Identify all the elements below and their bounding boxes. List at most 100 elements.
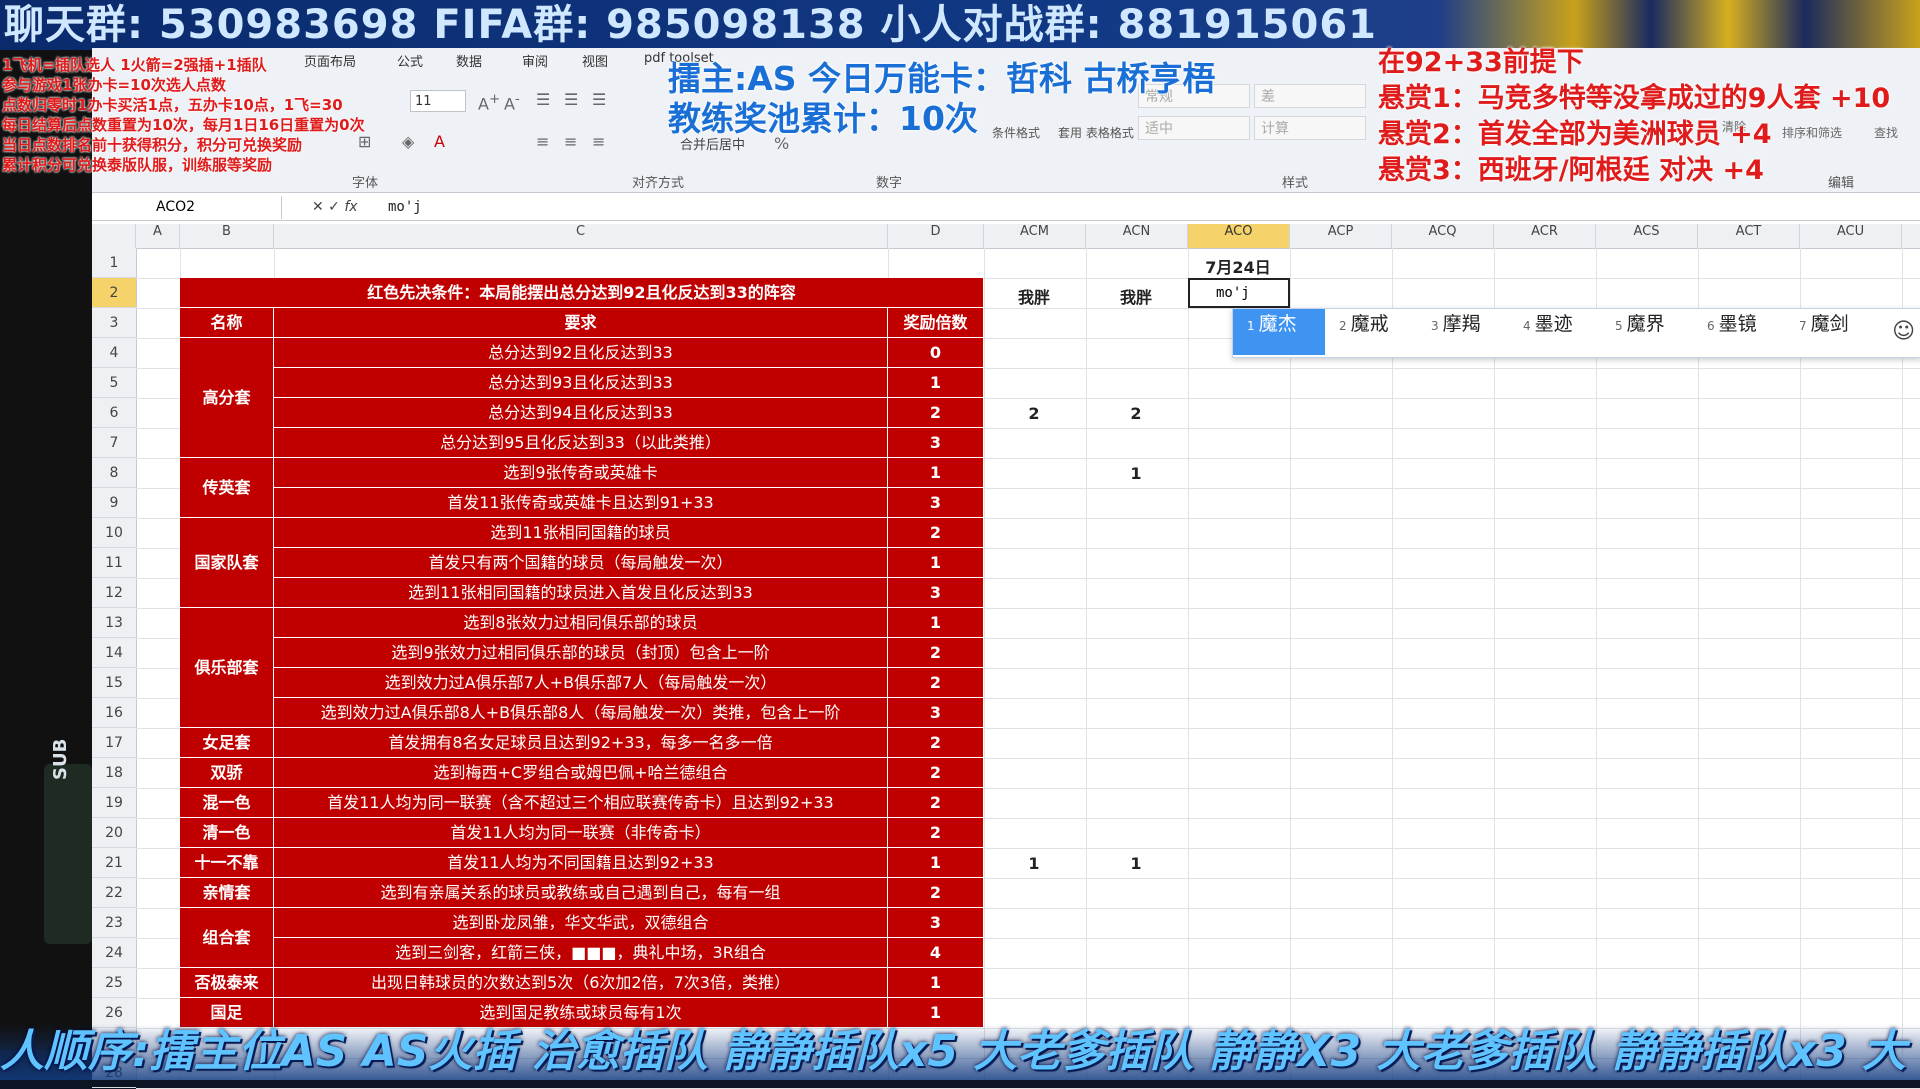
tab-view[interactable]: 视图 (582, 51, 608, 70)
row-header-6[interactable]: 6 (92, 398, 136, 428)
cell-acn8[interactable]: 1 (1086, 464, 1186, 483)
fx-icon[interactable]: ✕ ✓ fx (312, 199, 358, 215)
cell-acm21[interactable]: 1 (984, 854, 1084, 873)
col-header-acm[interactable]: ACM (984, 224, 1086, 248)
tab-review[interactable]: 审阅 (522, 51, 548, 70)
find-button[interactable]: 查找 (1874, 124, 1898, 141)
row-header-17[interactable]: 17 (92, 728, 136, 758)
table-format-button[interactable]: 套用 表格格式 (1058, 124, 1134, 141)
col-header-act[interactable]: ACT (1698, 224, 1800, 248)
row-header-16[interactable]: 16 (92, 698, 136, 728)
table-multiplier-cell: 2 (888, 878, 984, 908)
formula-input[interactable]: mo'j (388, 199, 422, 215)
row-header-24[interactable]: 24 (92, 938, 136, 968)
ime-candidate-7[interactable]: 7 魔剑 (1785, 309, 1877, 355)
table-requirement-cell: 选到11张相同国籍的球员 (274, 518, 888, 548)
ime-candidate-3[interactable]: 3 摩羯 (1417, 309, 1509, 355)
font-size-select[interactable]: 11 (410, 90, 466, 112)
col-header-b[interactable]: B (180, 224, 274, 248)
row-header-15[interactable]: 15 (92, 668, 136, 698)
col-header-acr[interactable]: ACR (1494, 224, 1596, 248)
col-header-acn[interactable]: ACN (1086, 224, 1188, 248)
col-header-acp[interactable]: ACP (1290, 224, 1392, 248)
row-header-12[interactable]: 12 (92, 578, 136, 608)
shrink-font-icon[interactable]: A- (504, 92, 520, 113)
style-calc[interactable]: 计算 (1254, 116, 1366, 140)
table-group-name: 组合套 (180, 908, 274, 968)
row-header-18[interactable]: 18 (92, 758, 136, 788)
row-header-23[interactable]: 23 (92, 908, 136, 938)
tab-page-layout[interactable]: 页面布局 (304, 51, 356, 70)
row-header-3[interactable]: 3 (92, 308, 136, 338)
col-header-a[interactable]: A (136, 224, 180, 248)
row-header-4[interactable]: 4 (92, 338, 136, 368)
cell-acm2[interactable]: 我胖 (984, 284, 1084, 308)
col-header-d[interactable]: D (888, 224, 984, 248)
select-all-corner[interactable] (92, 224, 136, 248)
table-multiplier-cell: 0 (888, 338, 984, 368)
grid-vline (984, 248, 985, 1080)
ime-candidate-4[interactable]: 4 墨迹 (1509, 309, 1601, 355)
table-requirement-cell: 首发拥有8名女足球员且达到92+33，每多一名多一倍 (274, 728, 888, 758)
col-header-aco[interactable]: ACO (1188, 224, 1290, 248)
table-requirement-cell: 选到梅西+C罗组合或姆巴佩+哈兰德组合 (274, 758, 888, 788)
align-bottom-icon[interactable]: ☰ (592, 90, 606, 109)
col-header-acu[interactable]: ACU (1800, 224, 1902, 248)
emoji-icon[interactable]: ☺ (1892, 319, 1915, 344)
table-requirement-cell: 首发11人均为同一联赛（含不超过三个相应联赛传奇卡）且达到92+33 (274, 788, 888, 818)
cell-acn2[interactable]: 我胖 (1086, 284, 1186, 308)
grid-vline (1596, 248, 1597, 1080)
row-header-19[interactable]: 19 (92, 788, 136, 818)
conditional-format-button[interactable]: 条件格式 (992, 124, 1040, 141)
tab-formulas[interactable]: 公式 (397, 51, 423, 70)
fill-color-icon[interactable]: ◈ (402, 132, 414, 151)
grow-font-icon[interactable]: A+ (478, 92, 500, 113)
row-header-8[interactable]: 8 (92, 458, 136, 488)
row-header-20[interactable]: 20 (92, 818, 136, 848)
table-multiplier-cell: 3 (888, 578, 984, 608)
row-header-11[interactable]: 11 (92, 548, 136, 578)
sub-panel (44, 764, 92, 944)
name-box[interactable]: ACO2 (92, 196, 282, 219)
table-requirement-cell: 首发只有两个国籍的球员（每局触发一次） (274, 548, 888, 578)
tab-data[interactable]: 数据 (456, 51, 482, 70)
align-right-icon[interactable]: ≡ (592, 132, 605, 151)
cell-acn6[interactable]: 2 (1086, 404, 1186, 423)
ime-candidate-5[interactable]: 5 魔界 (1601, 309, 1693, 355)
row-header-1[interactable]: 1 (92, 248, 136, 278)
row-header-5[interactable]: 5 (92, 368, 136, 398)
row-header-9[interactable]: 9 (92, 488, 136, 518)
row-header-14[interactable]: 14 (92, 638, 136, 668)
row-header-13[interactable]: 13 (92, 608, 136, 638)
row-header-7[interactable]: 7 (92, 428, 136, 458)
cell-acn21[interactable]: 1 (1086, 854, 1186, 873)
sort-filter-button[interactable]: 排序和筛选 (1782, 124, 1842, 141)
col-header-acs[interactable]: ACS (1596, 224, 1698, 248)
col-header-c[interactable]: C (274, 224, 888, 248)
table-group-name: 清一色 (180, 818, 274, 848)
row-header-10[interactable]: 10 (92, 518, 136, 548)
row-header-22[interactable]: 22 (92, 878, 136, 908)
table-requirement-cell: 首发11人均为同一联赛（非传奇卡） (274, 818, 888, 848)
row-header-21[interactable]: 21 (92, 848, 136, 878)
cell-aco1[interactable]: 7月24日 (1188, 254, 1288, 278)
col-header-acq[interactable]: ACQ (1392, 224, 1494, 248)
border-icon[interactable]: ⊞ (358, 132, 371, 151)
align-left-icon[interactable]: ≡ (536, 132, 549, 151)
active-cell-aco2[interactable]: mo'j (1188, 278, 1290, 308)
font-color-icon[interactable]: A (434, 132, 445, 151)
group-number-label: 数字 (876, 176, 903, 191)
align-middle-icon[interactable]: ☰ (564, 90, 578, 109)
row-header-2[interactable]: 2 (92, 278, 136, 308)
style-neutral[interactable]: 适中 (1138, 116, 1250, 140)
cell-acm6[interactable]: 2 (984, 404, 1084, 423)
overlay-bounty-line: 悬赏1：马竞多特等没拿成过的9人套 +10 (1378, 83, 1891, 114)
row-header-25[interactable]: 25 (92, 968, 136, 998)
ime-candidate-1[interactable]: 1 魔杰 (1233, 309, 1325, 355)
ime-candidate-6[interactable]: 6 墨镜 (1693, 309, 1785, 355)
overlay-bounty-line: 悬赏2：首发全部为美洲球员 +4 (1378, 119, 1772, 150)
align-top-icon[interactable]: ☰ (536, 90, 550, 109)
style-bad[interactable]: 差 (1254, 84, 1366, 108)
ime-candidate-2[interactable]: 2 魔戒 (1325, 309, 1417, 355)
align-center-icon[interactable]: ≡ (564, 132, 577, 151)
